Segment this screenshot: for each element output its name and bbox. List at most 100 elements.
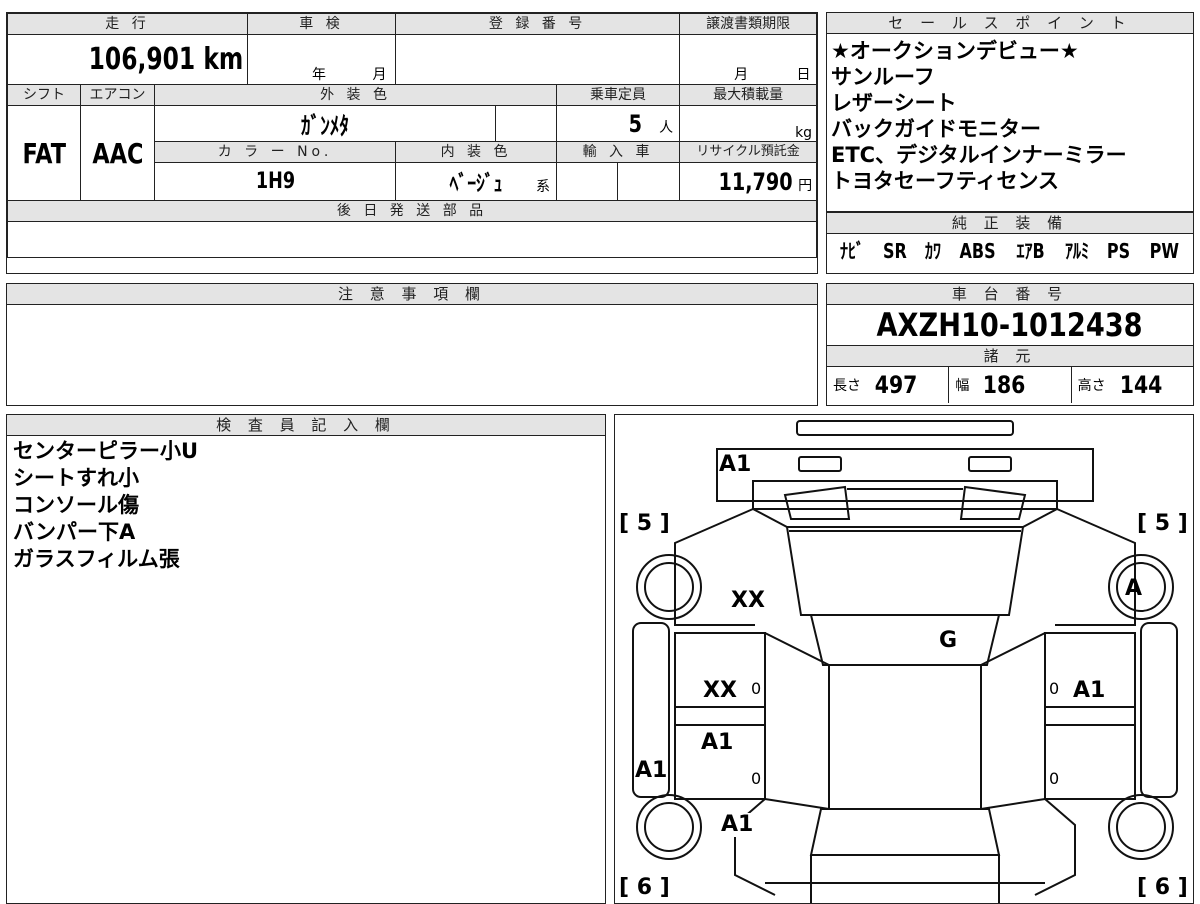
equipment-item: ｴｱB: [1016, 239, 1046, 263]
chassis-label: 車 台 番 号: [827, 284, 1193, 305]
maxload-value-cell: kg: [679, 105, 818, 142]
exterior-value-cell: ｶﾞﾝﾒﾀ: [153, 105, 497, 142]
mark-left-front-door: XX: [703, 678, 737, 703]
tire-fr-bracket: [ 5 ]: [1137, 511, 1188, 536]
inspection-month: 月: [372, 67, 387, 83]
deadline-day: 日: [796, 67, 811, 83]
exterior-extra-cell: [495, 105, 558, 142]
equipment-item: SR: [882, 239, 907, 263]
inspector-note-item: センターピラー小U: [13, 439, 199, 463]
equipment-item: ｶﾜ: [924, 239, 941, 263]
tire-fr-value: 5: [1154, 511, 1171, 536]
mileage-value-cell: 106,901 km: [6, 34, 249, 85]
recycle-unit: 円: [798, 177, 813, 194]
recycle-value: 11,790: [718, 167, 793, 196]
chassis-number-cell: AXZH10-1012438: [827, 305, 1193, 345]
colorno-value: 1H9: [255, 169, 295, 194]
inspector-note-item: ガラスフィルム張: [13, 547, 180, 571]
mark-right-front-door: A1: [1073, 678, 1106, 703]
width-label: 幅: [955, 378, 970, 394]
mark-front-bumper: A1: [719, 452, 752, 477]
length-cell: 長さ 497: [827, 367, 950, 403]
sales-point-item: ★オークションデビュー★: [831, 39, 1079, 63]
equipment-item: PW: [1149, 239, 1180, 263]
notes-panel: 注 意 事 項 欄: [6, 283, 818, 406]
mark-left-front-door-zero: 0: [751, 679, 762, 698]
mark-windshield: G: [939, 628, 958, 653]
height-cell: 高さ 144: [1072, 367, 1193, 403]
mark-right-front-wheel: A: [1125, 576, 1143, 601]
ac-value: AAC: [91, 136, 144, 170]
colorno-value-cell: 1H9: [153, 162, 397, 201]
inspection-label: 車 検: [247, 13, 397, 35]
chassis-number: AXZH10-1012438: [876, 306, 1144, 344]
deadline-date-cell: 月 日: [679, 34, 818, 85]
sales-point-item: トヨタセーフティセンス: [831, 169, 1060, 193]
sales-points-label: セ ー ル ス ポ イ ン ト: [827, 13, 1193, 34]
tire-rr-value: 6: [1154, 875, 1171, 900]
car-damage-diagram: [ 5 ] [ 5 ] [ 6 ] [ 6 ] A1 XX A G XX 0 0…: [614, 414, 1194, 904]
sales-point-item: レザーシート: [831, 91, 957, 115]
equipment-item: ﾅﾋﾞ: [840, 239, 864, 263]
width-cell: 幅 186: [949, 367, 1072, 403]
mark-left-front-fender: XX: [731, 588, 765, 613]
import-label: 輸 入 車: [556, 141, 681, 163]
capacity-label: 乗車定員: [556, 84, 681, 106]
inspector-label: 検 査 員 記 入 欄: [7, 415, 605, 436]
mark-left-rear-door: A1: [701, 730, 734, 755]
inspector-note-item: シートすれ小: [13, 466, 139, 490]
interior-value: ﾍﾞｰｼﾞｭ: [449, 171, 503, 197]
shift-label: シフト: [7, 84, 81, 106]
height-value: 144: [1119, 371, 1163, 399]
recycle-label: リサイクル預託金: [679, 141, 818, 163]
inspection-year: 年: [312, 67, 327, 83]
equipment-list: ﾅﾋﾞ SR ｶﾜ ABS ｴｱB ｱﾙﾐ PS PW: [827, 234, 1193, 268]
notes-label: 注 意 事 項 欄: [7, 284, 817, 305]
specs-label: 諸 元: [827, 345, 1193, 367]
shift-value: FAT: [22, 136, 66, 170]
mark-right-front-door-zero: 0: [1049, 679, 1060, 698]
mark-left-rear-door-zero: 0: [751, 769, 762, 788]
capacity-unit: 人: [659, 119, 674, 136]
sales-points-list: ★オークションデビュー★ サンルーフ レザーシート バックガイドモニター ETC、デジタ…: [827, 34, 1193, 194]
sales-point-item: ETC、デジタルインナーミラー: [831, 143, 1127, 167]
equipment-panel: 純 正 装 備 ﾅﾋﾞ SR ｶﾜ ABS ｴｱB ｱﾙﾐ PS PW: [826, 212, 1194, 274]
vehicle-info-table: 走 行 車 検 登 録 番 号 譲渡書類期限 106,901 km 年 月 月 …: [6, 13, 818, 258]
mark-left-sill: A1: [635, 758, 668, 783]
inspector-note-item: コンソール傷: [13, 493, 139, 517]
tire-rr-bracket: [ 6 ]: [1137, 875, 1188, 900]
later-parts-label: 後 日 発 送 部 品: [6, 200, 818, 222]
sales-points-panel: セ ー ル ス ポ イ ン ト ★オークションデビュー★ サンルーフ レザーシートバ…: [826, 12, 1194, 212]
deadline-month: 月: [734, 67, 749, 83]
tire-fl-value: 5: [636, 511, 653, 536]
colorno-label: カ ラ ー No.: [153, 141, 397, 163]
vehicle-info-panel: 走 行 車 検 登 録 番 号 譲渡書類期限 106,901 km 年 月 月 …: [6, 12, 818, 274]
inspector-notes-list: センターピラー小U シートすれ小 コンソール傷 バンパー下A ガラスフィルム張: [7, 436, 605, 575]
car-outline-icon: [632, 420, 1178, 903]
shift-value-cell: FAT: [7, 105, 81, 201]
inspection-date-cell: 年 月: [247, 34, 397, 85]
inspector-panel: 検 査 員 記 入 欄 センターピラー小U シートすれ小 コンソール傷 バンパー下A ガ…: [6, 414, 606, 904]
inspector-note-item: バンパー下A: [13, 520, 136, 544]
length-label: 長さ: [833, 378, 861, 394]
interior-label: 内 装 色: [395, 141, 558, 163]
deadline-label: 譲渡書類期限: [679, 13, 818, 35]
mileage-value: 106,901 km: [88, 42, 244, 77]
recycle-value-cell: 11,790 円: [679, 162, 818, 201]
exterior-value: ｶﾞﾝﾒﾀ: [301, 112, 350, 140]
equipment-item: PS: [1107, 239, 1131, 263]
mark-left-rear-fender: A1: [721, 812, 754, 837]
import-value-b: [617, 162, 681, 201]
chassis-panel: 車 台 番 号 AXZH10-1012438 諸 元 長さ 497 幅 186 高さ…: [826, 283, 1194, 406]
tire-fl-bracket: [ 5 ]: [619, 511, 670, 536]
interior-suffix: 系: [536, 179, 551, 195]
width-value: 186: [983, 371, 1026, 399]
tire-rl-value: 6: [636, 875, 653, 900]
equipment-item: ｱﾙﾐ: [1064, 239, 1089, 263]
capacity-value-cell: 5 人: [556, 105, 681, 142]
length-value: 497: [874, 371, 918, 399]
maxload-label: 最大積載量: [679, 84, 818, 106]
mileage-label: 走 行: [6, 13, 249, 35]
maxload-unit: kg: [795, 125, 813, 141]
sales-point-item: サンルーフ: [831, 65, 935, 89]
